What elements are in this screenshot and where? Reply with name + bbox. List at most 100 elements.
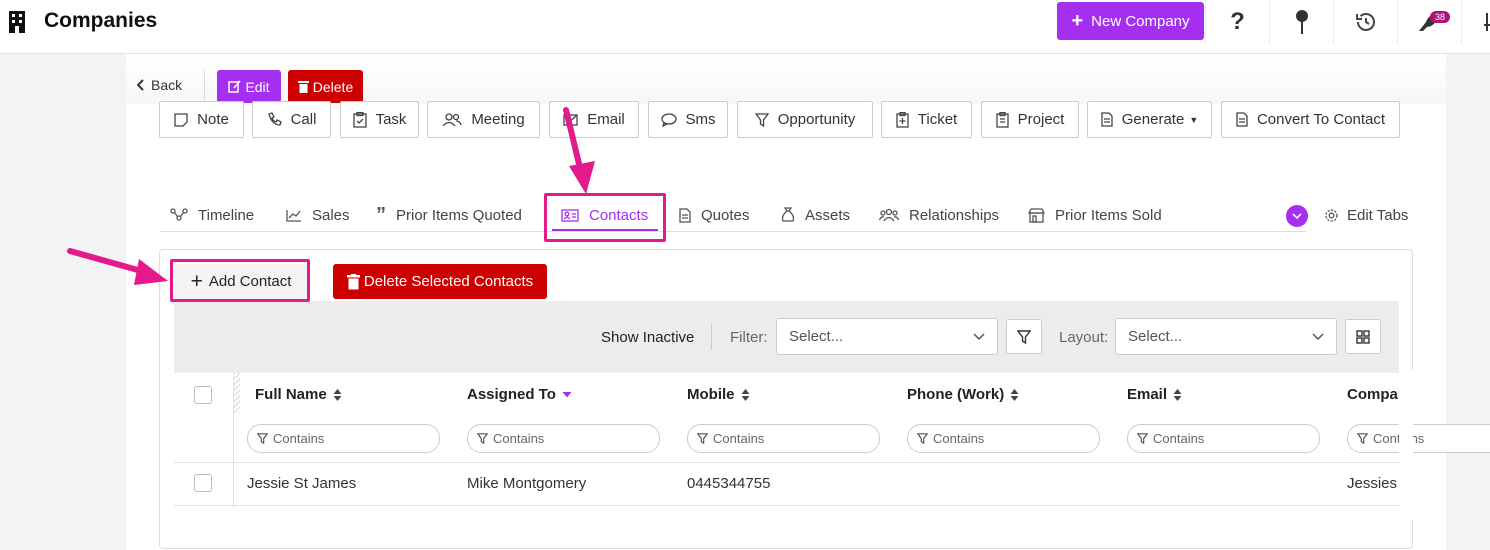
tab-quotes[interactable]: Quotes <box>679 205 749 225</box>
generate-label: Generate <box>1121 111 1185 128</box>
document-icon <box>1236 112 1248 127</box>
history-button[interactable] <box>1333 0 1397 44</box>
column-filter-assigned-to[interactable]: Contains <box>467 424 660 453</box>
back-label: Back <box>151 77 183 93</box>
chevron-down-icon <box>1312 333 1324 340</box>
task-button[interactable]: Task <box>340 101 419 138</box>
chevron-down-icon <box>973 333 985 340</box>
tab-sales-label: Sales <box>312 206 350 224</box>
call-button[interactable]: Call <box>252 101 331 138</box>
funnel-icon <box>1017 329 1031 344</box>
column-header-full-name[interactable]: Full Name <box>255 386 342 403</box>
column-filter-phone-work[interactable]: Contains <box>907 424 1100 453</box>
tab-relationships-label: Relationships <box>909 206 1000 224</box>
back-button[interactable]: Back <box>137 77 182 93</box>
trash-icon <box>297 81 309 93</box>
funnel-icon <box>697 433 708 444</box>
column-divider <box>233 373 234 508</box>
grid-icon <box>1356 329 1370 344</box>
tab-prior-items-quoted[interactable]: ” Prior Items Quoted <box>376 205 522 225</box>
tab-sales[interactable]: Sales <box>286 205 350 225</box>
row-checkbox[interactable] <box>194 474 212 492</box>
clipboard-check-icon <box>352 111 367 128</box>
convert-to-contact-button[interactable]: Convert To Contact <box>1221 101 1400 138</box>
new-company-button[interactable]: + New Company <box>1057 2 1204 40</box>
help-icon: ? <box>1230 8 1245 35</box>
more-tabs-button[interactable] <box>1286 205 1308 227</box>
layout-select[interactable]: Select... <box>1115 318 1337 355</box>
opportunity-button[interactable]: Opportunity <box>737 101 873 138</box>
edit-button[interactable]: Edit <box>217 70 281 103</box>
pin-icon <box>1295 10 1308 34</box>
column-header-label: Full Name <box>255 386 327 403</box>
chevron-down-icon <box>1292 213 1302 219</box>
delete-selected-contacts-button[interactable]: Delete Selected Contacts <box>333 264 547 299</box>
column-header-phone-work[interactable]: Phone (Work) <box>907 386 1019 403</box>
column-filter-email[interactable]: Contains <box>1127 424 1320 453</box>
filter-button[interactable] <box>1006 319 1042 354</box>
cell-assigned-to: Mike Montgomery <box>467 475 587 492</box>
sort-icon <box>741 388 749 401</box>
sms-label: Sms <box>685 111 716 128</box>
column-header-company[interactable]: Compar <box>1347 386 1404 403</box>
filter-divider <box>711 324 712 350</box>
column-header-mobile[interactable]: Mobile <box>687 386 750 403</box>
ticket-button[interactable]: Ticket <box>881 101 972 138</box>
cell-mobile: 0445344755 <box>687 475 771 492</box>
column-header-label: Phone (Work) <box>907 386 1005 403</box>
tab-assets-label: Assets <box>805 206 851 224</box>
project-label: Project <box>1017 111 1065 128</box>
column-filter-full-name[interactable]: Contains <box>247 424 440 453</box>
tab-prior-items-sold[interactable]: Prior Items Sold <box>1028 205 1162 225</box>
delete-button[interactable]: Delete <box>288 70 363 103</box>
notifications-button[interactable] <box>1397 0 1461 44</box>
column-header-email[interactable]: Email <box>1127 386 1182 403</box>
convert-to-contact-label: Convert To Contact <box>1256 111 1386 128</box>
note-button[interactable]: Note <box>159 101 244 138</box>
column-chooser-button[interactable] <box>1345 319 1381 354</box>
sort-icon <box>1010 388 1019 401</box>
tab-timeline[interactable]: Timeline <box>170 205 254 225</box>
notification-badge: 38 <box>1430 11 1451 23</box>
project-button[interactable]: Project <box>981 101 1079 138</box>
tab-assets[interactable]: Assets <box>781 205 850 225</box>
envelope-icon <box>563 113 578 126</box>
note-label: Note <box>197 111 229 128</box>
edit-icon <box>228 80 242 93</box>
gear-icon <box>1325 209 1338 222</box>
document-icon <box>679 207 691 223</box>
header-resize-stripe <box>233 373 240 413</box>
new-company-label: New Company <box>1091 12 1190 30</box>
phone-icon <box>267 112 282 126</box>
filter-select[interactable]: Select... <box>776 318 998 355</box>
pin-button[interactable] <box>1269 0 1333 44</box>
document-icon <box>1101 112 1113 127</box>
settings-button[interactable] <box>1461 0 1490 44</box>
column-header-label: Assigned To <box>467 386 556 403</box>
email-button[interactable]: Email <box>549 101 639 138</box>
meeting-button[interactable]: Meeting <box>427 101 540 138</box>
sort-icon <box>333 388 342 401</box>
sort-descending-icon <box>562 392 572 398</box>
caret-down-icon: ▼ <box>1189 114 1199 125</box>
column-filter-placeholder: Contains <box>273 431 325 446</box>
tab-relationships[interactable]: Relationships <box>879 205 999 225</box>
filter-label: Filter: <box>730 329 768 346</box>
generate-dropdown[interactable]: Generate ▼ <box>1087 101 1212 138</box>
column-header-assigned-to[interactable]: Assigned To <box>467 386 572 403</box>
money-bag-icon <box>781 207 795 222</box>
column-filter-mobile[interactable]: Contains <box>687 424 880 453</box>
cell-company: Jessies ( <box>1347 475 1407 492</box>
cell-full-name[interactable]: Jessie St James <box>247 475 356 492</box>
edit-tabs-button[interactable]: Edit Tabs <box>1324 207 1408 224</box>
call-label: Call <box>290 111 317 128</box>
sms-button[interactable]: Sms <box>648 101 728 138</box>
column-filter-company[interactable]: Contains <box>1347 424 1490 453</box>
show-inactive-toggle[interactable]: Show Inactive <box>601 329 694 346</box>
select-all-checkbox[interactable] <box>194 386 212 404</box>
funnel-icon <box>1357 433 1368 444</box>
help-button[interactable]: ? <box>1205 0 1269 44</box>
column-header-label: Email <box>1127 386 1168 403</box>
tab-quotes-label: Quotes <box>701 206 750 224</box>
line-chart-icon <box>286 209 301 222</box>
